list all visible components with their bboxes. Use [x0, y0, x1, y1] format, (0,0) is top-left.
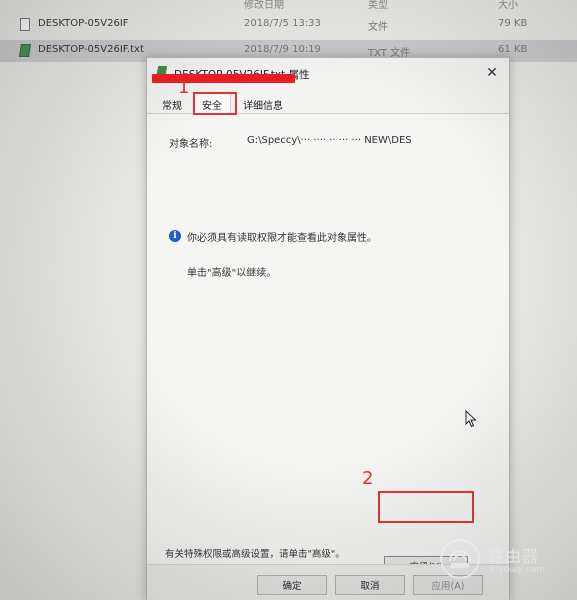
annotation-box-advanced-button	[378, 491, 474, 523]
advanced-settings-note: 有关特殊权限或高级设置，请单击"高级"。	[165, 549, 345, 560]
router-logo-icon	[440, 539, 480, 579]
cancel-button[interactable]: 取消	[335, 575, 405, 595]
notepad-file-icon	[19, 44, 31, 57]
mouse-cursor-icon	[465, 410, 477, 428]
watermark-logo: 路由器 luyouqi.com	[440, 535, 570, 590]
file-icon	[20, 18, 30, 31]
close-button[interactable]: ✕	[483, 64, 501, 82]
file-date: 2018/7/9 10:19	[244, 44, 321, 55]
continue-hint: 单击"高级"以继续。	[187, 268, 277, 279]
file-name: DESKTOP-05V26IF	[38, 18, 129, 29]
object-name-value: G:\Speccy\··· ···· ·· ··· ··· NEW\DES	[247, 135, 412, 146]
column-header-type[interactable]: 类型	[368, 0, 388, 11]
redaction-bar	[152, 74, 295, 83]
annotation-step-1: 1	[178, 77, 190, 98]
info-icon: i	[169, 230, 181, 242]
file-row[interactable]: DESKTOP-05V26IF 2018/7/5 13:33 文件 79 KB	[0, 14, 577, 36]
annotation-step-2: 2	[362, 468, 374, 489]
file-type: 文件	[368, 22, 388, 33]
ok-button[interactable]: 确定	[257, 575, 327, 595]
watermark-url: luyouqi.com	[490, 565, 546, 575]
object-name-label: 对象名称:	[169, 139, 213, 150]
watermark-text: 路由器	[488, 547, 540, 566]
annotation-box-security-tab	[193, 92, 237, 115]
column-header-date[interactable]: 修改日期	[244, 0, 284, 11]
permission-message: 你必须具有读取权限才能查看此对象属性。	[187, 233, 377, 244]
dialog-titlebar[interactable]: DESKTOP-05V26IF.txt 属性 ✕	[147, 58, 509, 88]
tab-details[interactable]: 详细信息	[240, 97, 286, 112]
file-name: DESKTOP-05V26IF.txt	[38, 44, 144, 55]
tab-general[interactable]: 常规	[159, 97, 185, 112]
column-headers: 修改日期 类型 大小	[0, 0, 577, 12]
file-size: 79 KB	[498, 18, 528, 29]
file-size: 61 KB	[498, 44, 528, 55]
column-header-size[interactable]: 大小	[498, 0, 518, 11]
file-date: 2018/7/5 13:33	[244, 18, 321, 29]
